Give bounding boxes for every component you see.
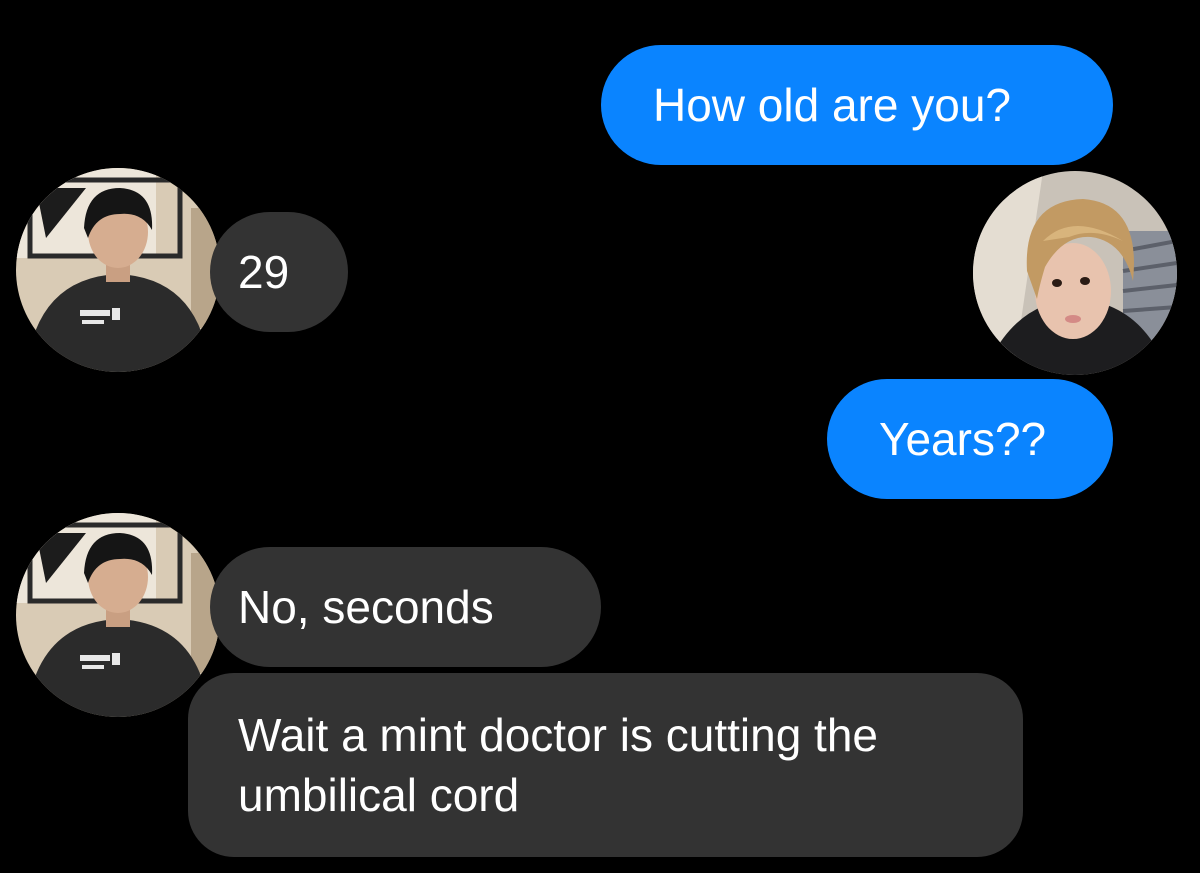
message-text: 29 [238, 246, 290, 298]
contact-avatar[interactable] [16, 513, 220, 717]
dark-haired-person-avatar-icon [16, 513, 220, 717]
incoming-message-bubble[interactable]: No, seconds [210, 547, 601, 667]
outgoing-message-bubble[interactable]: Years?? [827, 379, 1113, 499]
incoming-message-bubble[interactable]: Wait a mint doctor is cutting the umbili… [188, 673, 1023, 857]
message-text: Wait a mint doctor is cutting the umbili… [238, 709, 879, 821]
dark-haired-person-avatar-icon [16, 168, 220, 372]
message-text: Years?? [879, 413, 1047, 465]
outgoing-message-bubble[interactable]: How old are you? [601, 45, 1113, 165]
my-avatar[interactable] [973, 171, 1177, 375]
incoming-message-bubble[interactable]: 29 [210, 212, 348, 332]
message-text: How old are you? [653, 79, 1011, 131]
blond-haired-person-avatar-icon [973, 171, 1177, 375]
contact-avatar[interactable] [16, 168, 220, 372]
message-text: No, seconds [238, 581, 494, 633]
